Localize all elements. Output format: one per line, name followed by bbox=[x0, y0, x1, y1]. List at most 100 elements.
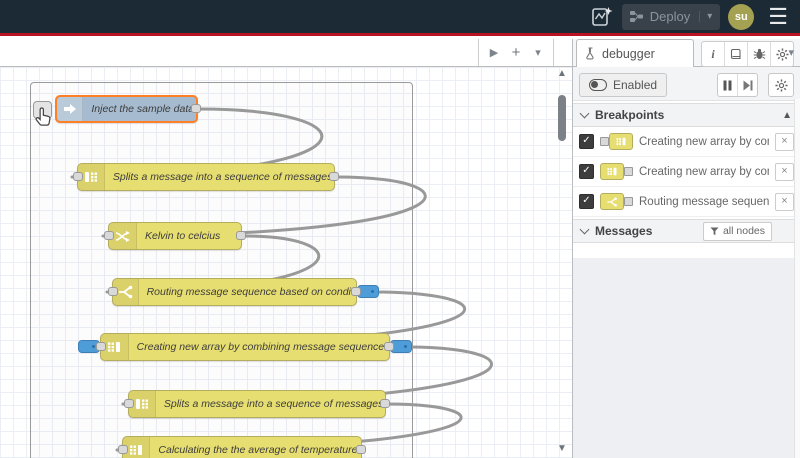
debug-sidebar: debugger i ▾ Enabled Breakpoints ▲ ✓ Cre… bbox=[572, 39, 800, 458]
toggle-on-icon bbox=[589, 79, 607, 91]
message-filter-button[interactable]: all nodes bbox=[702, 221, 772, 241]
join-node-input-icon bbox=[600, 133, 633, 150]
tab-scroll-right-button[interactable]: ▶ bbox=[485, 44, 503, 62]
step-forward-icon bbox=[743, 80, 752, 90]
scroll-up-icon[interactable]: ▲ bbox=[557, 69, 567, 79]
info-icon: i bbox=[711, 46, 715, 61]
breakpoint-label: Routing message sequence ba bbox=[639, 195, 769, 208]
tab-debugger[interactable]: debugger bbox=[576, 39, 694, 67]
debugger-settings-button[interactable] bbox=[768, 73, 794, 97]
main-menu-button[interactable]: ☰ bbox=[768, 3, 788, 29]
input-port[interactable] bbox=[108, 287, 118, 296]
filter-label: all nodes bbox=[722, 225, 765, 237]
remove-breakpoint-button[interactable]: × bbox=[775, 132, 794, 151]
breakpoint-row[interactable]: ✓ Creating new array by combini × bbox=[573, 127, 800, 157]
breakpoints-section-header[interactable]: Breakpoints ▲ bbox=[573, 103, 800, 127]
breakpoint-row[interactable]: ✓ Routing message sequence ba × bbox=[573, 187, 800, 217]
input-port[interactable] bbox=[118, 445, 128, 454]
flask-icon bbox=[586, 47, 594, 60]
hamburger-icon: ☰ bbox=[768, 3, 788, 29]
book-icon bbox=[730, 48, 741, 60]
output-port[interactable] bbox=[329, 172, 339, 181]
chevron-down-icon bbox=[579, 108, 590, 119]
scrollbar-thumb[interactable] bbox=[558, 95, 566, 141]
switch-node-output-icon bbox=[600, 193, 633, 210]
output-port[interactable] bbox=[236, 231, 246, 240]
info-tab-button[interactable]: i bbox=[702, 42, 725, 66]
breakpoint-checkbox[interactable]: ✓ bbox=[579, 164, 594, 179]
flow-node-switch[interactable]: Routing message sequence based on condit… bbox=[108, 278, 379, 306]
flow-list-button[interactable]: ▾ bbox=[529, 44, 547, 62]
workspace-tab-controls: ▶ + ▾ bbox=[478, 39, 554, 66]
cursor-hand-icon bbox=[35, 107, 51, 126]
ai-assistant-icon bbox=[591, 6, 613, 26]
flow-canvas[interactable]: Inject the sample data Splits a message … bbox=[0, 39, 572, 458]
help-tab-button[interactable] bbox=[725, 42, 748, 66]
breakpoint-label: Creating new array by combini bbox=[639, 165, 769, 178]
flow-node-inject[interactable]: Inject the sample data bbox=[33, 95, 201, 126]
enabled-label: Enabled bbox=[613, 78, 658, 92]
pause-icon bbox=[723, 80, 732, 90]
flow-node-split-1[interactable]: Splits a message into a sequence of mess… bbox=[73, 163, 339, 191]
breakpoint-checkbox[interactable]: ✓ bbox=[579, 194, 594, 209]
debug-tab-button[interactable] bbox=[748, 42, 771, 66]
ai-assistant-button[interactable] bbox=[590, 4, 614, 30]
canvas-vertical-scrollbar[interactable]: ▲ ▼ bbox=[556, 69, 568, 454]
flow-node-join-2[interactable]: Calculating the the average of temperatu… bbox=[118, 436, 366, 458]
chevron-down-icon bbox=[579, 224, 590, 235]
sidebar-icon-buttons: i bbox=[701, 41, 794, 67]
deploy-options-caret[interactable]: ▾ bbox=[699, 11, 712, 22]
node-label: Creating new array by combining message … bbox=[136, 341, 385, 353]
user-avatar[interactable]: su bbox=[728, 3, 755, 30]
debugger-toolbar: Enabled bbox=[573, 67, 800, 101]
deploy-icon bbox=[629, 11, 643, 22]
step-button[interactable] bbox=[738, 74, 757, 96]
input-port[interactable] bbox=[104, 231, 114, 240]
main-area: Inject the sample data Splits a message … bbox=[0, 39, 800, 458]
flow-node-join-1[interactable]: Creating new array by combining message … bbox=[78, 333, 412, 361]
flow-node-change[interactable]: Kelvin to celcius bbox=[104, 222, 246, 250]
messages-empty-row bbox=[573, 243, 800, 259]
breakpoint-row[interactable]: ✓ Creating new array by combini × bbox=[573, 157, 800, 187]
node-label: Kelvin to celcius bbox=[145, 230, 221, 242]
bug-icon bbox=[753, 48, 765, 59]
debugger-enabled-toggle[interactable]: Enabled bbox=[579, 73, 668, 97]
output-port[interactable] bbox=[191, 104, 201, 113]
scroll-down-icon[interactable]: ▼ bbox=[557, 444, 567, 454]
sidebar-menu-caret[interactable]: ▾ bbox=[788, 46, 794, 59]
node-red-editor: Deploy ▾ su ☰ Inject the sample data Spl… bbox=[0, 0, 800, 458]
playback-controls bbox=[717, 73, 758, 97]
flow-node-split-2[interactable]: Splits a message into a sequence of mess… bbox=[124, 390, 390, 418]
output-port[interactable] bbox=[351, 287, 361, 296]
output-port[interactable] bbox=[384, 342, 394, 351]
remove-breakpoint-button[interactable]: × bbox=[775, 162, 794, 181]
messages-title: Messages bbox=[595, 224, 653, 238]
breakpoint-checkbox[interactable]: ✓ bbox=[579, 134, 594, 149]
input-port[interactable] bbox=[96, 342, 106, 351]
sidebar-tab-bar: debugger i ▾ bbox=[573, 39, 800, 67]
header-bar: Deploy ▾ su ☰ bbox=[0, 0, 800, 36]
node-label: Splits a message into a sequence of mess… bbox=[163, 398, 385, 410]
output-port[interactable] bbox=[356, 445, 366, 454]
messages-section-header[interactable]: Messages all nodes bbox=[573, 219, 800, 243]
add-flow-button[interactable]: + bbox=[507, 44, 525, 62]
deploy-button[interactable]: Deploy ▾ bbox=[621, 3, 721, 30]
pause-button[interactable] bbox=[718, 74, 738, 96]
input-port[interactable] bbox=[73, 172, 83, 181]
gear-icon bbox=[775, 47, 789, 61]
funnel-icon bbox=[710, 226, 719, 235]
node-label: Routing message sequence based on condit… bbox=[146, 286, 356, 298]
inject-icon bbox=[57, 97, 84, 121]
remove-breakpoint-button[interactable]: × bbox=[775, 192, 794, 211]
output-port[interactable] bbox=[380, 399, 390, 408]
join-node-output-icon bbox=[600, 163, 633, 180]
node-label: Inject the sample data bbox=[91, 103, 195, 115]
gear-icon bbox=[774, 78, 788, 92]
node-label: Calculating the the average of temperatu… bbox=[158, 444, 358, 456]
messages-empty-area bbox=[573, 258, 800, 458]
input-port[interactable] bbox=[124, 399, 134, 408]
sidebar-scrollbar-track[interactable] bbox=[794, 99, 800, 458]
deploy-label: Deploy bbox=[649, 9, 691, 24]
panel-scroll-up-icon[interactable]: ▲ bbox=[782, 110, 792, 121]
node-label: Splits a message into a sequence of mess… bbox=[112, 171, 334, 183]
